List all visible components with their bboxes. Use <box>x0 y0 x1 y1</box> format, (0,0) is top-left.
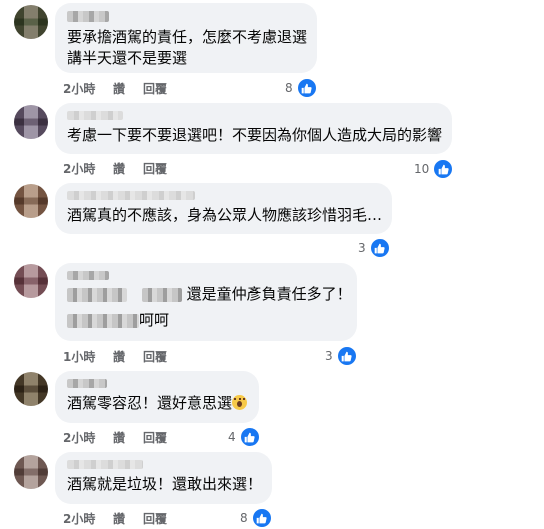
comment-text-line: 酒駕零容忍！還好意思選 <box>67 393 248 414</box>
commenter-name-redacted[interactable] <box>67 379 107 388</box>
avatar[interactable] <box>14 5 48 39</box>
thumbs-up-icon <box>295 77 318 99</box>
comment-text-line: 還是童仲彥負責任多了！ <box>67 284 352 305</box>
comment-text: 呵呵 <box>139 311 170 329</box>
commenter-name-redacted[interactable] <box>67 191 195 200</box>
timestamp[interactable]: 2小時 <box>63 510 95 527</box>
reaction-count-text: 10 <box>414 162 430 176</box>
comment-text-line: 考慮一下要不要退選吧！不要因為你個人造成大局的影響 <box>67 126 443 144</box>
comment-text-line: 呵呵 <box>67 310 345 331</box>
timestamp[interactable]: 2小時 <box>63 80 95 97</box>
commenter-name-redacted[interactable] <box>67 460 143 469</box>
comment-bubble: 酒駕零容忍！還好意思選 <box>55 371 259 423</box>
comment-bubble: 要承擔酒駕的責任，怎麼不考慮退選 講半天還不是要選 <box>55 3 317 73</box>
reply-button[interactable]: 回覆 <box>143 160 167 177</box>
avatar[interactable] <box>14 264 48 298</box>
reaction-count[interactable]: 8 <box>240 507 273 529</box>
like-button[interactable]: 讚 <box>113 510 125 527</box>
reaction-count[interactable]: 10 <box>414 158 455 180</box>
reply-button[interactable]: 回覆 <box>143 348 167 365</box>
comment-bubble: 酒駕就是垃圾！還敢出來選！ <box>55 452 272 504</box>
avatar[interactable] <box>14 455 48 489</box>
comment-text: 酒駕零容忍！還好意思選 <box>67 394 233 412</box>
comment-text-line: 講半天還不是要選 <box>67 49 188 67</box>
thumbs-up-icon <box>250 507 273 529</box>
reply-button[interactable]: 回覆 <box>143 429 167 446</box>
comment-bubble: 酒駕真的不應該，身為公眾人物應該珍惜羽毛… <box>55 183 392 234</box>
commenter-name-redacted[interactable] <box>67 111 123 120</box>
commenter-name-redacted[interactable] <box>67 11 109 22</box>
comment-text: 還是童仲彥負責任多了！ <box>186 285 352 303</box>
like-button[interactable]: 讚 <box>113 429 125 446</box>
thumbs-up-icon <box>335 345 358 367</box>
like-button[interactable]: 讚 <box>113 80 125 97</box>
reaction-count[interactable]: 8 <box>285 77 318 99</box>
timestamp[interactable]: 1小時 <box>63 348 95 365</box>
avatar[interactable] <box>14 372 48 406</box>
reaction-count[interactable]: 3 <box>325 345 358 367</box>
reaction-count-text: 8 <box>285 81 293 95</box>
reaction-count-text: 3 <box>325 349 333 363</box>
thumbs-up-icon <box>238 426 261 448</box>
reaction-count[interactable]: 4 <box>228 426 261 448</box>
mention-redacted[interactable] <box>67 313 139 328</box>
comment-text-line: 酒駕真的不應該，身為公眾人物應該珍惜羽毛… <box>67 206 383 224</box>
avatar[interactable] <box>14 105 48 139</box>
mention-redacted[interactable] <box>67 287 127 302</box>
comment-text-line: 酒駕就是垃圾！還敢出來選！ <box>67 475 263 493</box>
comment-bubble: 還是童仲彥負責任多了！ 呵呵 <box>55 263 357 341</box>
reply-button[interactable]: 回覆 <box>143 510 167 527</box>
reply-button[interactable]: 回覆 <box>143 80 167 97</box>
reaction-count-text: 4 <box>228 430 236 444</box>
comment-text-line: 要承擔酒駕的責任，怎麼不考慮退選 <box>67 28 308 46</box>
reaction-count-text: 3 <box>358 241 366 255</box>
timestamp[interactable]: 2小時 <box>63 429 95 446</box>
like-button[interactable]: 讚 <box>113 160 125 177</box>
mention-redacted[interactable] <box>141 287 182 302</box>
reaction-count[interactable]: 3 <box>358 237 391 259</box>
timestamp[interactable]: 2小時 <box>63 160 95 177</box>
reaction-count-text: 8 <box>240 511 248 525</box>
like-button[interactable]: 讚 <box>113 348 125 365</box>
avatar[interactable] <box>14 184 48 218</box>
thumbs-up-icon <box>432 158 455 180</box>
commenter-name-redacted[interactable] <box>67 271 109 280</box>
comment-bubble: 考慮一下要不要退選吧！不要因為你個人造成大局的影響 <box>55 103 452 154</box>
face-with-hand-over-mouth-icon <box>232 395 248 410</box>
thumbs-up-icon <box>368 237 391 259</box>
